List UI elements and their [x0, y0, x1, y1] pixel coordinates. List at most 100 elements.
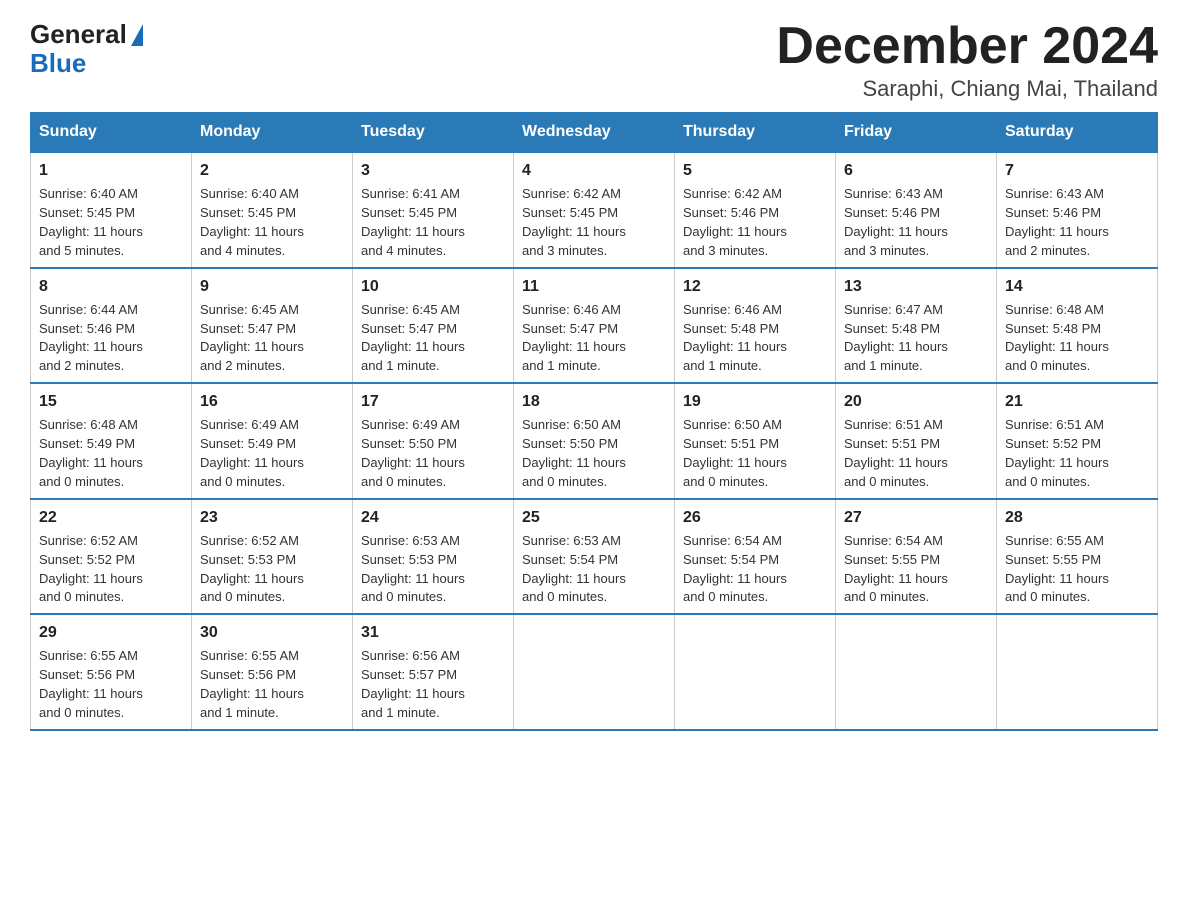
calendar-cell-4-3: 24 Sunrise: 6:53 AMSunset: 5:53 PMDayligh… — [353, 499, 514, 615]
day-info: Sunrise: 6:51 AMSunset: 5:51 PMDaylight:… — [844, 416, 988, 491]
day-info: Sunrise: 6:42 AMSunset: 5:46 PMDaylight:… — [683, 185, 827, 260]
logo-general-text: General — [30, 20, 127, 49]
day-number: 11 — [522, 275, 666, 298]
location-title: Saraphi, Chiang Mai, Thailand — [776, 76, 1158, 102]
day-info: Sunrise: 6:46 AMSunset: 5:47 PMDaylight:… — [522, 301, 666, 376]
calendar-cell-4-1: 22 Sunrise: 6:52 AMSunset: 5:52 PMDayligh… — [31, 499, 192, 615]
day-number: 10 — [361, 275, 505, 298]
calendar-cell-3-7: 21 Sunrise: 6:51 AMSunset: 5:52 PMDayligh… — [997, 383, 1158, 499]
calendar-cell-2-7: 14Sunrise: 6:48 AMSunset: 5:48 PMDayligh… — [997, 268, 1158, 384]
day-number: 25 — [522, 506, 666, 529]
day-info: Sunrise: 6:50 AMSunset: 5:51 PMDaylight:… — [683, 416, 827, 491]
logo-blue-text: Blue — [30, 49, 127, 78]
day-info: Sunrise: 6:56 AMSunset: 5:57 PMDaylight:… — [361, 647, 505, 722]
header-wednesday: Wednesday — [514, 113, 675, 153]
day-number: 31 — [361, 621, 505, 644]
day-info: Sunrise: 6:43 AMSunset: 5:46 PMDaylight:… — [1005, 185, 1149, 260]
header-row: Sunday Monday Tuesday Wednesday Thursday… — [31, 113, 1158, 153]
day-number: 9 — [200, 275, 344, 298]
calendar-cell-2-3: 10 Sunrise: 6:45 AMSunset: 5:47 PMDayligh… — [353, 268, 514, 384]
calendar-cell-4-2: 23 Sunrise: 6:52 AMSunset: 5:53 PMDayligh… — [192, 499, 353, 615]
day-number: 6 — [844, 159, 988, 182]
header-tuesday: Tuesday — [353, 113, 514, 153]
day-info: Sunrise: 6:42 AMSunset: 5:45 PMDaylight:… — [522, 185, 666, 260]
calendar-cell-5-2: 30 Sunrise: 6:55 AMSunset: 5:56 PMDayligh… — [192, 614, 353, 730]
header-sunday: Sunday — [31, 113, 192, 153]
header-thursday: Thursday — [675, 113, 836, 153]
day-number: 22 — [39, 506, 183, 529]
day-info: Sunrise: 6:44 AMSunset: 5:46 PMDaylight:… — [39, 301, 183, 376]
day-number: 23 — [200, 506, 344, 529]
calendar-cell-4-5: 26Sunrise: 6:54 AMSunset: 5:54 PMDayligh… — [675, 499, 836, 615]
calendar-cell-5-7 — [997, 614, 1158, 730]
day-number: 5 — [683, 159, 827, 182]
day-number: 13 — [844, 275, 988, 298]
day-number: 1 — [39, 159, 183, 182]
day-info: Sunrise: 6:54 AMSunset: 5:54 PMDaylight:… — [683, 532, 827, 607]
calendar-cell-3-3: 17Sunrise: 6:49 AMSunset: 5:50 PMDayligh… — [353, 383, 514, 499]
day-info: Sunrise: 6:55 AMSunset: 5:55 PMDaylight:… — [1005, 532, 1149, 607]
day-info: Sunrise: 6:49 AMSunset: 5:50 PMDaylight:… — [361, 416, 505, 491]
day-number: 14 — [1005, 275, 1149, 298]
day-info: Sunrise: 6:45 AMSunset: 5:47 PMDaylight:… — [361, 301, 505, 376]
calendar-body: 1 Sunrise: 6:40 AMSunset: 5:45 PMDaylight… — [31, 152, 1158, 730]
day-number: 30 — [200, 621, 344, 644]
calendar-week-4: 22 Sunrise: 6:52 AMSunset: 5:52 PMDayligh… — [31, 499, 1158, 615]
day-info: Sunrise: 6:48 AMSunset: 5:49 PMDaylight:… — [39, 416, 183, 491]
calendar-week-1: 1 Sunrise: 6:40 AMSunset: 5:45 PMDaylight… — [31, 152, 1158, 268]
logo-triangle-icon — [131, 24, 143, 46]
calendar-cell-2-5: 12Sunrise: 6:46 AMSunset: 5:48 PMDayligh… — [675, 268, 836, 384]
day-number: 19 — [683, 390, 827, 413]
calendar-cell-2-1: 8Sunrise: 6:44 AMSunset: 5:46 PMDaylight… — [31, 268, 192, 384]
calendar-cell-4-6: 27 Sunrise: 6:54 AMSunset: 5:55 PMDayligh… — [836, 499, 997, 615]
calendar-cell-5-4 — [514, 614, 675, 730]
day-number: 7 — [1005, 159, 1149, 182]
day-info: Sunrise: 6:52 AMSunset: 5:52 PMDaylight:… — [39, 532, 183, 607]
calendar-cell-3-5: 19 Sunrise: 6:50 AMSunset: 5:51 PMDayligh… — [675, 383, 836, 499]
calendar-cell-5-6 — [836, 614, 997, 730]
calendar-cell-5-1: 29 Sunrise: 6:55 AMSunset: 5:56 PMDayligh… — [31, 614, 192, 730]
day-info: Sunrise: 6:55 AMSunset: 5:56 PMDaylight:… — [200, 647, 344, 722]
day-info: Sunrise: 6:49 AMSunset: 5:49 PMDaylight:… — [200, 416, 344, 491]
day-info: Sunrise: 6:53 AMSunset: 5:53 PMDaylight:… — [361, 532, 505, 607]
calendar-week-3: 15Sunrise: 6:48 AMSunset: 5:49 PMDayligh… — [31, 383, 1158, 499]
calendar-cell-2-6: 13 Sunrise: 6:47 AMSunset: 5:48 PMDayligh… — [836, 268, 997, 384]
calendar-cell-1-3: 3 Sunrise: 6:41 AMSunset: 5:45 PMDaylight… — [353, 152, 514, 268]
day-info: Sunrise: 6:51 AMSunset: 5:52 PMDaylight:… — [1005, 416, 1149, 491]
day-info: Sunrise: 6:52 AMSunset: 5:53 PMDaylight:… — [200, 532, 344, 607]
calendar-cell-4-4: 25 Sunrise: 6:53 AMSunset: 5:54 PMDayligh… — [514, 499, 675, 615]
day-info: Sunrise: 6:53 AMSunset: 5:54 PMDaylight:… — [522, 532, 666, 607]
day-number: 27 — [844, 506, 988, 529]
day-info: Sunrise: 6:41 AMSunset: 5:45 PMDaylight:… — [361, 185, 505, 260]
calendar-cell-2-4: 11 Sunrise: 6:46 AMSunset: 5:47 PMDayligh… — [514, 268, 675, 384]
day-number: 21 — [1005, 390, 1149, 413]
calendar-table: Sunday Monday Tuesday Wednesday Thursday… — [30, 112, 1158, 731]
calendar-cell-1-7: 7 Sunrise: 6:43 AMSunset: 5:46 PMDaylight… — [997, 152, 1158, 268]
calendar-cell-1-5: 5 Sunrise: 6:42 AMSunset: 5:46 PMDaylight… — [675, 152, 836, 268]
calendar-cell-2-2: 9Sunrise: 6:45 AMSunset: 5:47 PMDaylight… — [192, 268, 353, 384]
day-number: 28 — [1005, 506, 1149, 529]
day-info: Sunrise: 6:40 AMSunset: 5:45 PMDaylight:… — [39, 185, 183, 260]
calendar-cell-3-2: 16Sunrise: 6:49 AMSunset: 5:49 PMDayligh… — [192, 383, 353, 499]
page-header: General Blue December 2024 Saraphi, Chia… — [30, 20, 1158, 102]
calendar-cell-3-6: 20Sunrise: 6:51 AMSunset: 5:51 PMDayligh… — [836, 383, 997, 499]
day-info: Sunrise: 6:55 AMSunset: 5:56 PMDaylight:… — [39, 647, 183, 722]
day-info: Sunrise: 6:54 AMSunset: 5:55 PMDaylight:… — [844, 532, 988, 607]
day-info: Sunrise: 6:46 AMSunset: 5:48 PMDaylight:… — [683, 301, 827, 376]
calendar-cell-1-1: 1 Sunrise: 6:40 AMSunset: 5:45 PMDaylight… — [31, 152, 192, 268]
day-number: 29 — [39, 621, 183, 644]
calendar-cell-1-6: 6Sunrise: 6:43 AMSunset: 5:46 PMDaylight… — [836, 152, 997, 268]
calendar-cell-3-1: 15Sunrise: 6:48 AMSunset: 5:49 PMDayligh… — [31, 383, 192, 499]
calendar-cell-5-5 — [675, 614, 836, 730]
day-number: 3 — [361, 159, 505, 182]
header-monday: Monday — [192, 113, 353, 153]
calendar-header: Sunday Monday Tuesday Wednesday Thursday… — [31, 113, 1158, 153]
day-number: 18 — [522, 390, 666, 413]
calendar-cell-1-2: 2Sunrise: 6:40 AMSunset: 5:45 PMDaylight… — [192, 152, 353, 268]
day-number: 2 — [200, 159, 344, 182]
header-saturday: Saturday — [997, 113, 1158, 153]
calendar-cell-1-4: 4Sunrise: 6:42 AMSunset: 5:45 PMDaylight… — [514, 152, 675, 268]
month-title: December 2024 — [776, 20, 1158, 72]
day-info: Sunrise: 6:47 AMSunset: 5:48 PMDaylight:… — [844, 301, 988, 376]
day-number: 24 — [361, 506, 505, 529]
